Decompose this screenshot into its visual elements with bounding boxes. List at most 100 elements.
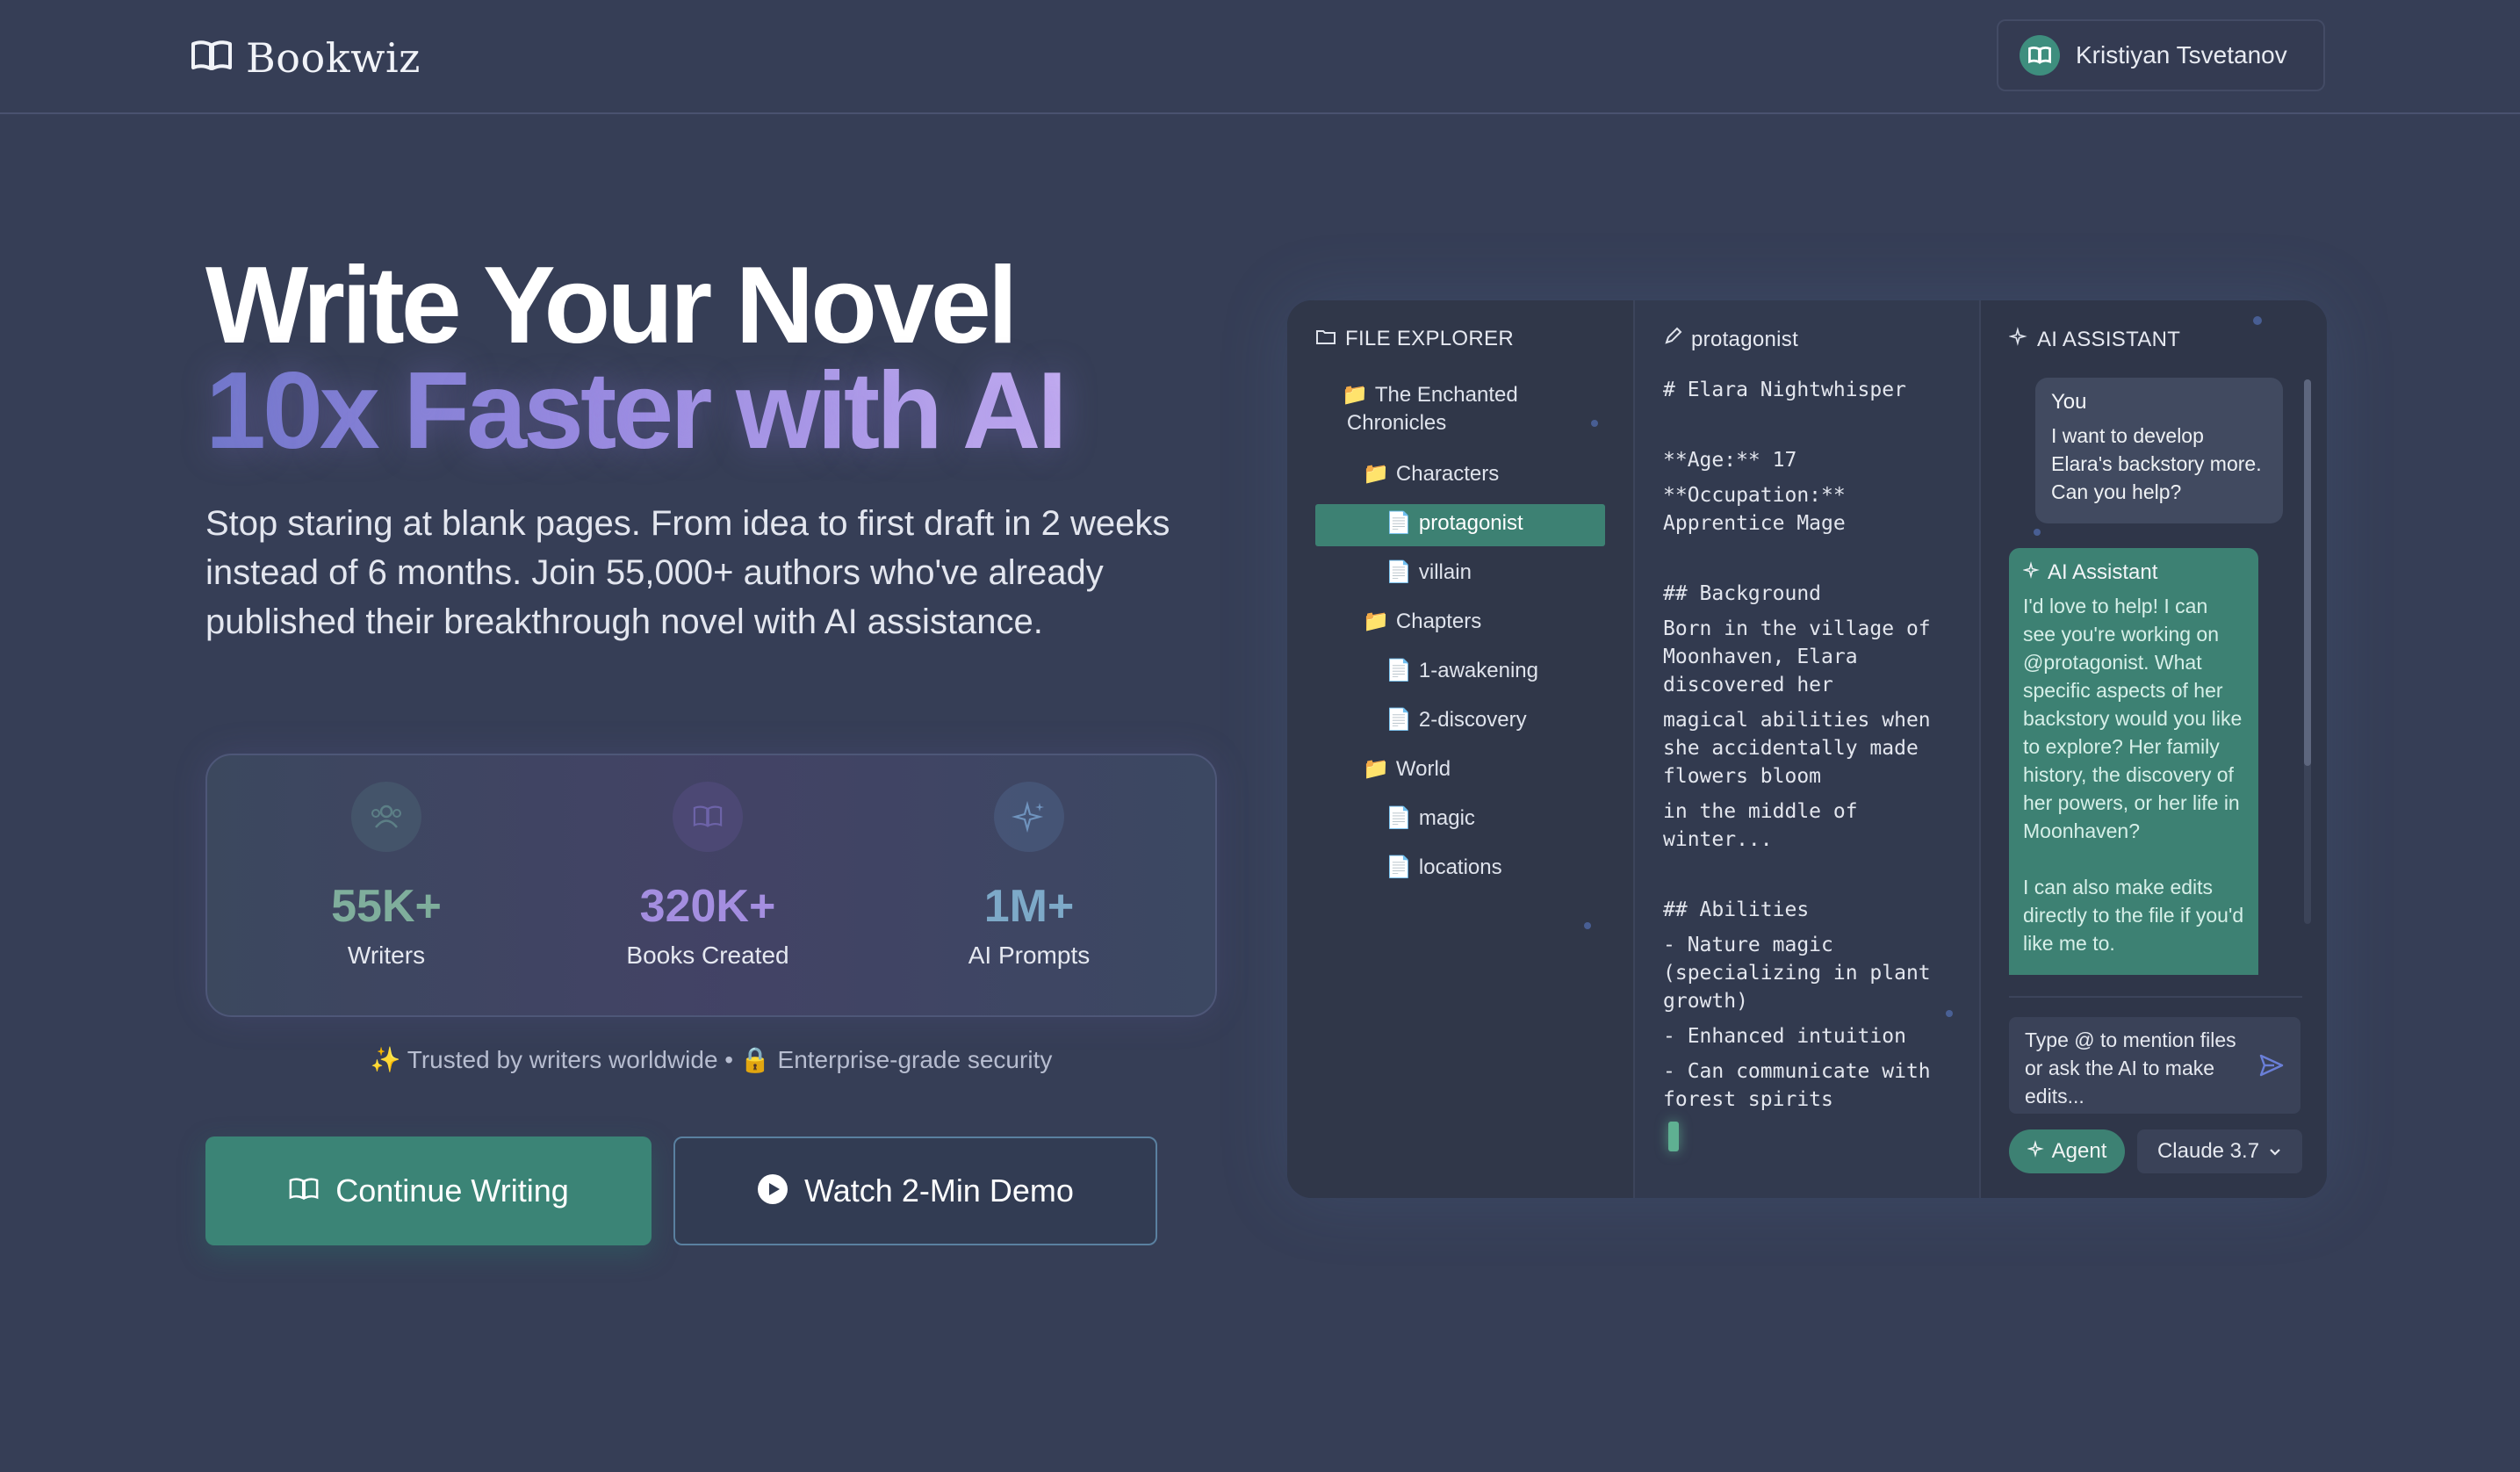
editor-line: ## Background <box>1663 582 1822 605</box>
editor-line: **Occupation:** <box>1663 484 1846 507</box>
open-book-icon <box>2028 46 2051 64</box>
tree-folder-chapters[interactable]: 📁 Chapters <box>1363 608 1481 636</box>
chat-scrollbar-thumb[interactable] <box>2304 379 2311 766</box>
app-preview: FILE EXPLORER 📁 The Enchanted Chronicles … <box>1287 300 2327 1198</box>
continue-writing-button[interactable]: Continue Writing <box>205 1136 652 1245</box>
users-icon <box>351 782 421 852</box>
message-text: I'd love to help! I can see you're worki… <box>2023 595 2243 842</box>
decorative-dot <box>1946 1010 1953 1017</box>
editor-line: Apprentice Mage <box>1663 512 1846 535</box>
file-icon: 📄 <box>1386 855 1412 879</box>
file-icon: 📄 <box>1386 659 1412 682</box>
sparkles-icon <box>994 782 1064 852</box>
editor-line: forest spirits <box>1663 1088 1833 1111</box>
chat-scrollbar[interactable] <box>2304 379 2311 924</box>
open-book-icon <box>190 39 234 78</box>
decorative-dot <box>1584 922 1591 929</box>
editor-line: ## Abilities <box>1663 898 1810 921</box>
tree-file-2-discovery[interactable]: 📄 2-discovery <box>1386 706 1527 734</box>
stat-value: 320K+ <box>639 881 776 932</box>
chevron-down-icon <box>2268 1139 2282 1164</box>
ai-assistant-pane: AI ASSISTANT You I want to develop Elara… <box>1981 300 2327 1198</box>
editor-line: flowers bloom <box>1663 765 1822 788</box>
editor-line: she accidentally made <box>1663 737 1919 760</box>
user-name: Kristiyan Tsvetanov <box>2076 41 2287 69</box>
model-select[interactable]: Claude 3.7 <box>2137 1129 2302 1173</box>
editor-line: - Enhanced intuition <box>1663 1025 1906 1048</box>
logo[interactable]: Bookwiz <box>190 32 421 84</box>
file-icon: 📄 <box>1386 806 1412 830</box>
message-author: You <box>2051 390 2087 414</box>
folder-icon <box>1315 327 1336 351</box>
tree-file-magic[interactable]: 📄 magic <box>1386 805 1475 833</box>
file-icon: 📄 <box>1386 560 1412 584</box>
book-icon <box>673 782 743 852</box>
editor-line: - Nature magic <box>1663 934 1833 956</box>
continue-writing-label: Continue Writing <box>335 1173 569 1209</box>
file-icon: 📄 <box>1386 511 1412 535</box>
user-menu-button[interactable]: Kristiyan Tsvetanov <box>1997 19 2325 91</box>
hero-title-line2: 10x Faster with AI <box>205 350 1068 472</box>
text-cursor <box>1668 1122 1679 1151</box>
editor-line: Moonhaven, Elara <box>1663 646 1858 668</box>
chat-input-placeholder: Type @ to mention files or ask the AI to… <box>2025 1028 2236 1108</box>
open-book-icon <box>288 1176 320 1207</box>
tree-file-villain[interactable]: 📄 villain <box>1386 559 1472 587</box>
editor-line: (specializing in plant <box>1663 962 1931 985</box>
file-explorer-title: FILE EXPLORER <box>1315 327 1514 351</box>
message-text: I want to develop Elara's backstory more… <box>2051 424 2262 503</box>
hero-title-line1: Write Your Novel <box>205 245 1018 366</box>
folder-icon: 📁 <box>1363 462 1389 486</box>
sparkles-icon <box>2008 327 2028 352</box>
agent-mode-toggle[interactable]: Agent <box>2009 1129 2125 1173</box>
file-icon: 📄 <box>1386 708 1412 732</box>
editor-line: in the middle of <box>1663 800 1858 823</box>
tree-folder-characters[interactable]: 📁 Characters <box>1363 460 1499 488</box>
ai-assistant-title: AI ASSISTANT <box>2008 327 2180 352</box>
stat-prompts: 1M+ AI Prompts <box>871 755 1187 1019</box>
chat-input[interactable]: Type @ to mention files or ask the AI to… <box>2009 1017 2300 1114</box>
message-author: AI Assistant <box>2022 560 2244 585</box>
tree-file-1-awakening[interactable]: 📄 1-awakening <box>1386 657 1538 685</box>
user-message-bubble: You I want to develop Elara's backstory … <box>2035 378 2283 523</box>
editor-line: growth) <box>1663 990 1748 1013</box>
editor-line: winter... <box>1663 828 1773 851</box>
trust-line: ✨ Trusted by writers worldwide • 🔒 Enter… <box>370 1046 1053 1073</box>
decorative-dot <box>2034 529 2041 536</box>
tree-file-protagonist[interactable]: 📄 protagonist <box>1386 509 1523 538</box>
editor-line: magical abilities when <box>1663 709 1931 732</box>
editor-line: discovered her <box>1663 674 1833 696</box>
folder-icon: 📁 <box>1363 757 1389 781</box>
send-icon[interactable] <box>2258 1052 2285 1086</box>
logo-text: Bookwiz <box>246 34 421 82</box>
avatar <box>2020 35 2060 76</box>
editor-title: protagonist <box>1663 327 1798 352</box>
editor-line: **Age:** 17 <box>1663 449 1797 472</box>
stat-value: 1M+ <box>983 881 1075 932</box>
divider <box>2009 996 2302 998</box>
watch-demo-button[interactable]: Watch 2-Min Demo <box>673 1136 1157 1245</box>
editor-line: - Can communicate with <box>1663 1060 1931 1083</box>
play-icon <box>757 1173 788 1209</box>
watch-demo-label: Watch 2-Min Demo <box>804 1173 1074 1209</box>
editor-line: Born in the village of <box>1663 617 1931 640</box>
decorative-dot <box>1591 420 1598 427</box>
sparkles-icon <box>2026 1139 2045 1164</box>
tree-folder-world[interactable]: 📁 World <box>1363 755 1451 783</box>
editor-line: # Elara Nightwhisper <box>1663 379 1906 401</box>
stat-books: 320K+ Books Created <box>550 755 866 1019</box>
hero-subtitle: Stop staring at blank pages. From idea t… <box>205 504 1170 641</box>
pencil-icon <box>1663 327 1682 352</box>
ai-message-bubble: AI Assistant I'd love to help! I can see… <box>2009 548 2258 975</box>
folder-icon: 📁 <box>1363 610 1389 633</box>
file-explorer-pane: FILE EXPLORER 📁 The Enchanted Chronicles … <box>1287 300 1633 1198</box>
stat-writers: 55K+ Writers <box>228 755 544 1019</box>
stat-label: Books Created <box>626 942 789 969</box>
tree-file-locations[interactable]: 📄 locations <box>1386 854 1502 882</box>
stats-card: 55K+ Writers 320K+ Books Created 1M+ AI … <box>205 754 1217 1017</box>
tree-folder-the-enchanted-chronicles[interactable]: 📁 The Enchanted Chronicles <box>1342 381 1518 437</box>
editor-pane[interactable]: protagonist # Elara Nightwhisper **Age:*… <box>1633 300 1981 1198</box>
stat-label: AI Prompts <box>968 942 1091 969</box>
decorative-dot <box>2253 316 2262 325</box>
sparkles-icon <box>2022 560 2041 585</box>
